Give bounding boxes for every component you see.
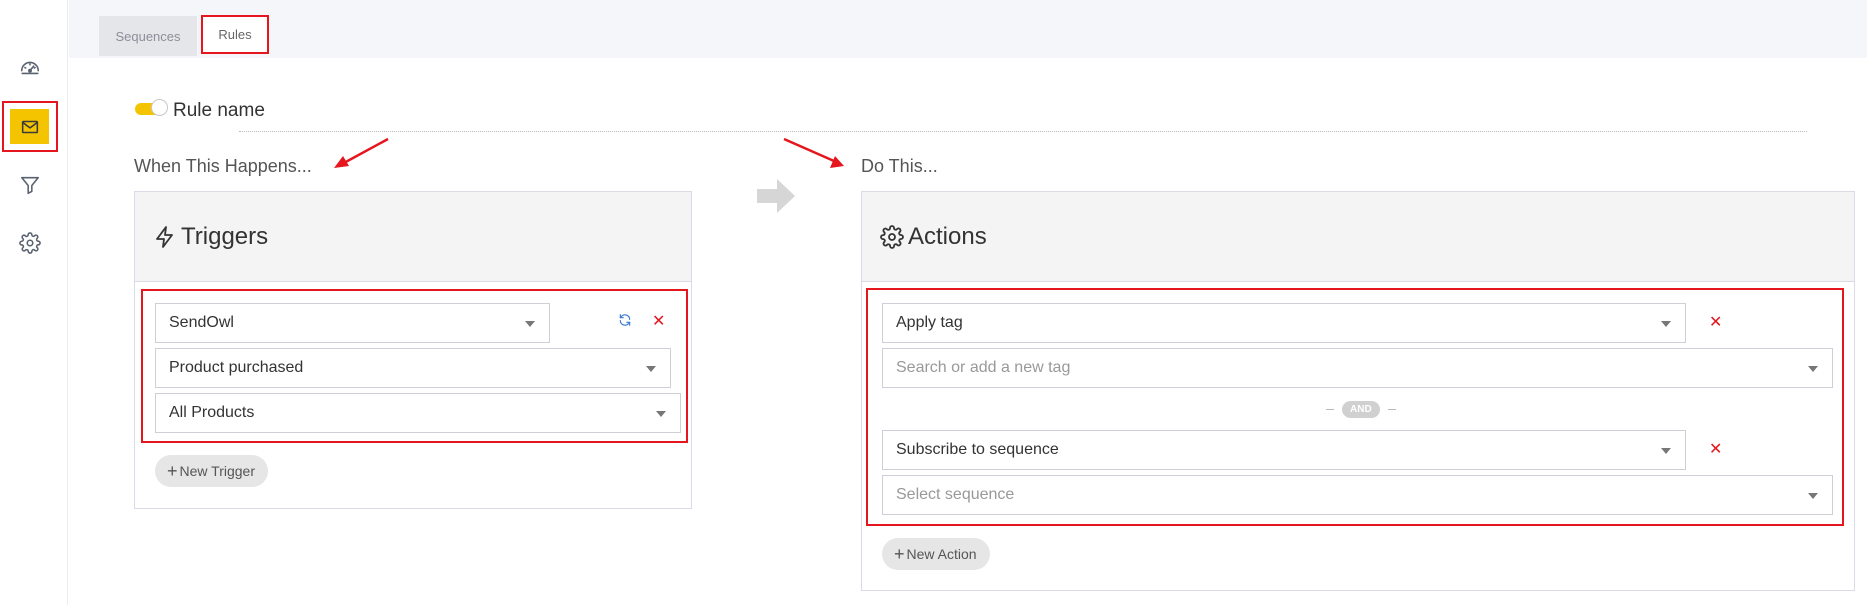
- actions-header: Actions: [862, 192, 1854, 282]
- plus-icon: +: [894, 543, 905, 564]
- tab-bar: [69, 0, 1867, 58]
- new-trigger-button[interactable]: + New Trigger: [155, 455, 268, 487]
- do-section-label: Do This...: [861, 156, 938, 176]
- filter-icon[interactable]: [13, 168, 47, 202]
- tab-sequences[interactable]: Sequences: [99, 16, 197, 56]
- rule-name-underline: [239, 131, 1807, 132]
- highlight-box: [866, 288, 1844, 526]
- sidebar: [0, 0, 68, 605]
- new-action-label: New Action: [906, 546, 977, 562]
- rule-name-label[interactable]: Rule name: [173, 100, 265, 122]
- dashboard-icon[interactable]: [13, 50, 47, 84]
- plus-icon: +: [167, 460, 178, 481]
- when-section-label: When This Happens...: [134, 156, 312, 176]
- annotation-arrow-right: [783, 137, 844, 168]
- new-trigger-label: New Trigger: [179, 463, 255, 479]
- annotation-arrow-left: [334, 137, 389, 168]
- actions-title: Actions: [908, 222, 987, 250]
- settings-icon[interactable]: [13, 226, 47, 260]
- tab-rules[interactable]: Rules: [201, 15, 269, 54]
- lightning-icon: [156, 225, 173, 248]
- gear-icon: [880, 224, 904, 249]
- highlight-box: [141, 289, 688, 443]
- flow-arrow-icon: [757, 179, 795, 213]
- highlight-box: [2, 101, 58, 152]
- triggers-title: Triggers: [181, 222, 269, 250]
- rule-enabled-toggle[interactable]: [135, 99, 169, 116]
- new-action-button[interactable]: + New Action: [882, 538, 990, 570]
- triggers-header: Triggers: [135, 192, 691, 282]
